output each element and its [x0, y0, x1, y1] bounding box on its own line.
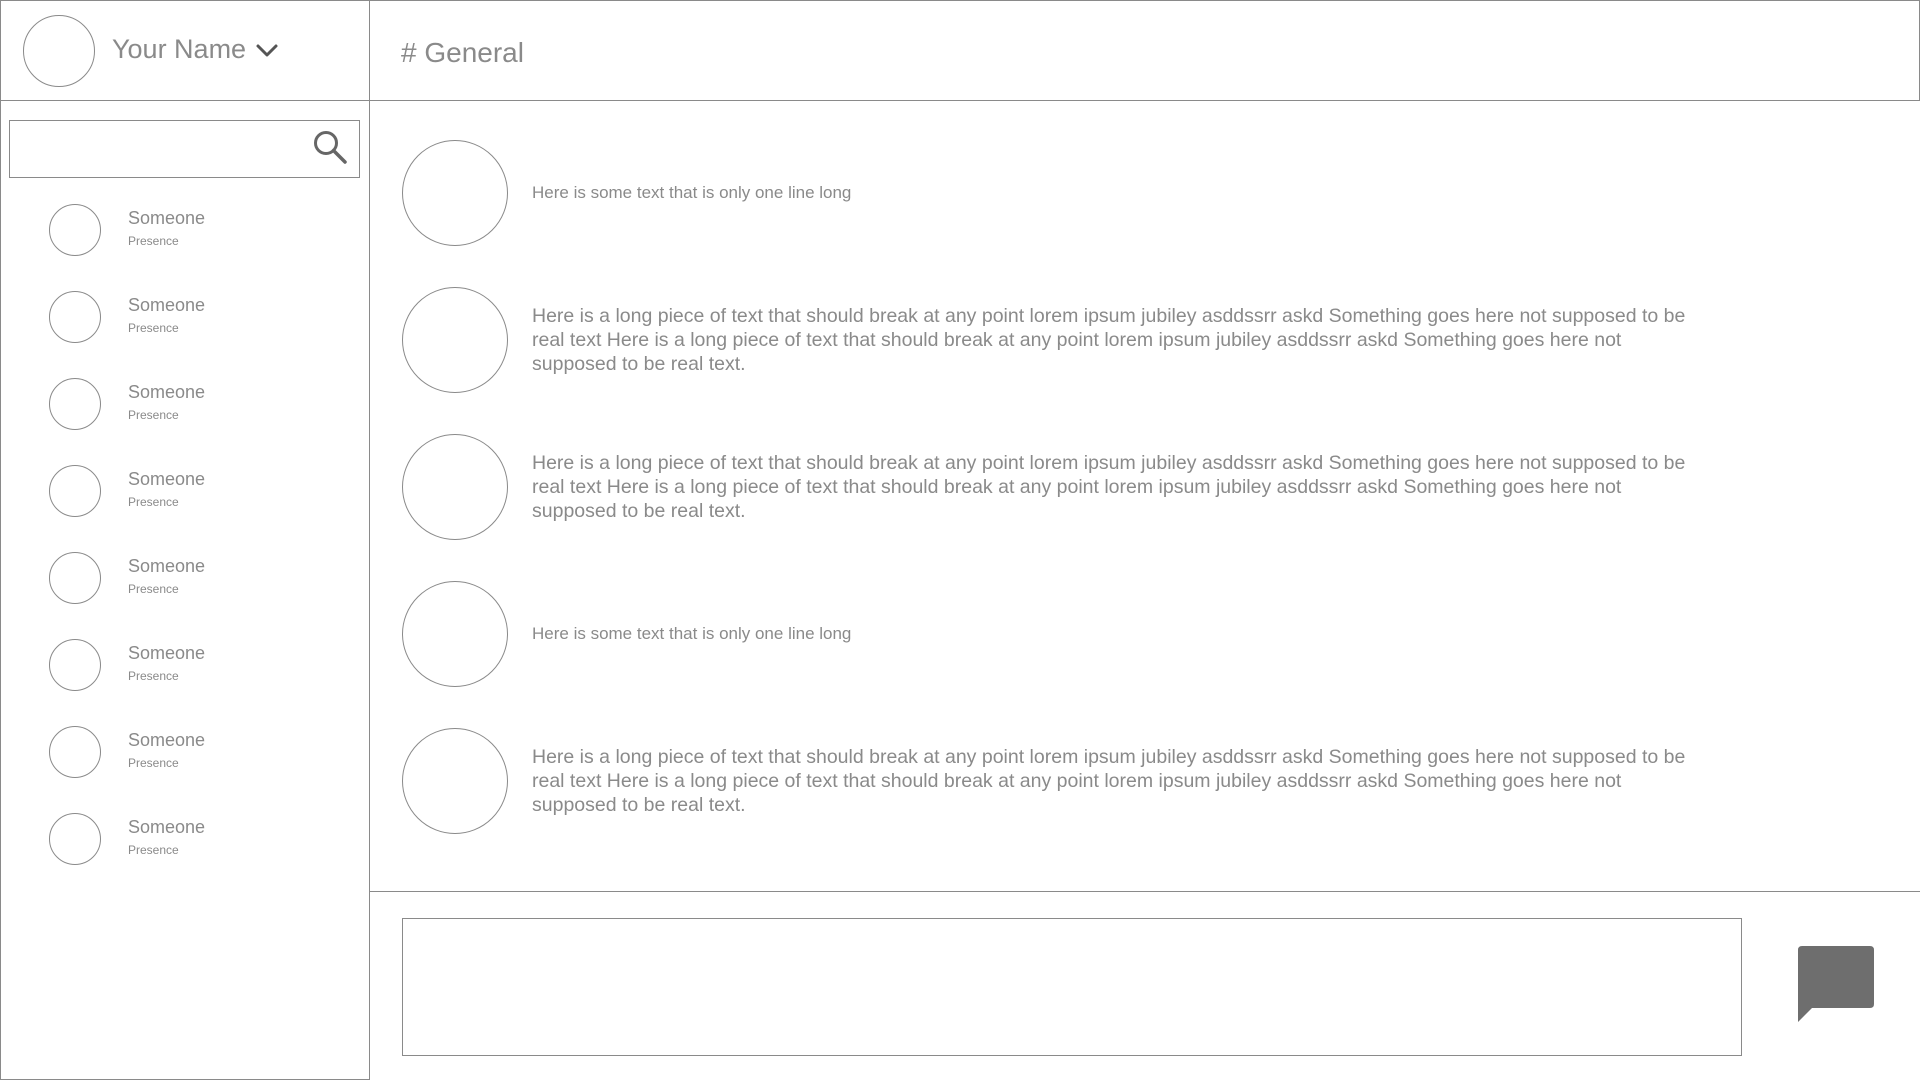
contact-name: Someone	[128, 730, 206, 750]
message-avatar[interactable]	[402, 728, 508, 834]
contact-avatar	[49, 639, 101, 691]
contact-presence: Presence	[128, 234, 179, 248]
message-item: Here is a long piece of text that should…	[402, 287, 1702, 393]
contact-presence: Presence	[128, 408, 179, 422]
compose-divider	[370, 891, 1920, 892]
message-text: Here is some text that is only one line …	[532, 183, 852, 202]
message-input[interactable]	[402, 918, 1742, 1056]
contact-avatar	[49, 726, 101, 778]
contact-name: Someone	[128, 817, 206, 837]
message-avatar[interactable]	[402, 140, 508, 246]
contact-avatar	[49, 465, 101, 517]
speech-bubble-icon[interactable]	[1796, 944, 1876, 1024]
user-name[interactable]: Your Name	[112, 34, 246, 65]
search-icon[interactable]	[312, 129, 348, 165]
contact-presence: Presence	[128, 669, 179, 683]
contact-name: Someone	[128, 469, 206, 489]
chevron-down-icon[interactable]	[255, 42, 279, 60]
message-item: Here is some text that is only one line …	[402, 581, 1702, 687]
contact-name: Someone	[128, 556, 206, 576]
contact-item[interactable]: Someone Presence	[0, 204, 360, 274]
search-input[interactable]	[9, 120, 360, 178]
contact-avatar	[49, 813, 101, 865]
contact-presence: Presence	[128, 843, 179, 857]
message-item: Here is a long piece of text that should…	[402, 434, 1702, 540]
message-text: Here is some text that is only one line …	[532, 624, 852, 643]
contact-avatar	[49, 378, 101, 430]
contact-name: Someone	[128, 208, 206, 228]
contact-item[interactable]: Someone Presence	[0, 291, 360, 361]
message-text: Here is a long piece of text that should…	[532, 452, 1686, 522]
contact-presence: Presence	[128, 756, 179, 770]
contact-name: Someone	[128, 643, 206, 663]
contact-avatar	[49, 291, 101, 343]
contact-item[interactable]: Someone Presence	[0, 813, 360, 883]
contact-name: Someone	[128, 382, 206, 402]
contact-item[interactable]: Someone Presence	[0, 639, 360, 709]
contact-avatar	[49, 204, 101, 256]
contact-item[interactable]: Someone Presence	[0, 465, 360, 535]
contact-presence: Presence	[128, 321, 179, 335]
message-text: Here is a long piece of text that should…	[532, 305, 1686, 375]
contact-presence: Presence	[128, 495, 179, 509]
channel-header	[369, 0, 1920, 101]
message-avatar[interactable]	[402, 581, 508, 687]
contact-avatar	[49, 552, 101, 604]
message-item: Here is a long piece of text that should…	[402, 728, 1702, 834]
contact-presence: Presence	[128, 582, 179, 596]
message-text: Here is a long piece of text that should…	[532, 746, 1686, 816]
contact-item[interactable]: Someone Presence	[0, 552, 360, 622]
contact-item[interactable]: Someone Presence	[0, 378, 360, 448]
contact-name: Someone	[128, 295, 206, 315]
message-avatar[interactable]	[402, 434, 508, 540]
contact-item[interactable]: Someone Presence	[0, 726, 360, 796]
message-item: Here is some text that is only one line …	[402, 140, 1702, 246]
channel-title: # General	[401, 37, 524, 68]
user-avatar[interactable]	[23, 15, 95, 87]
message-avatar[interactable]	[402, 287, 508, 393]
